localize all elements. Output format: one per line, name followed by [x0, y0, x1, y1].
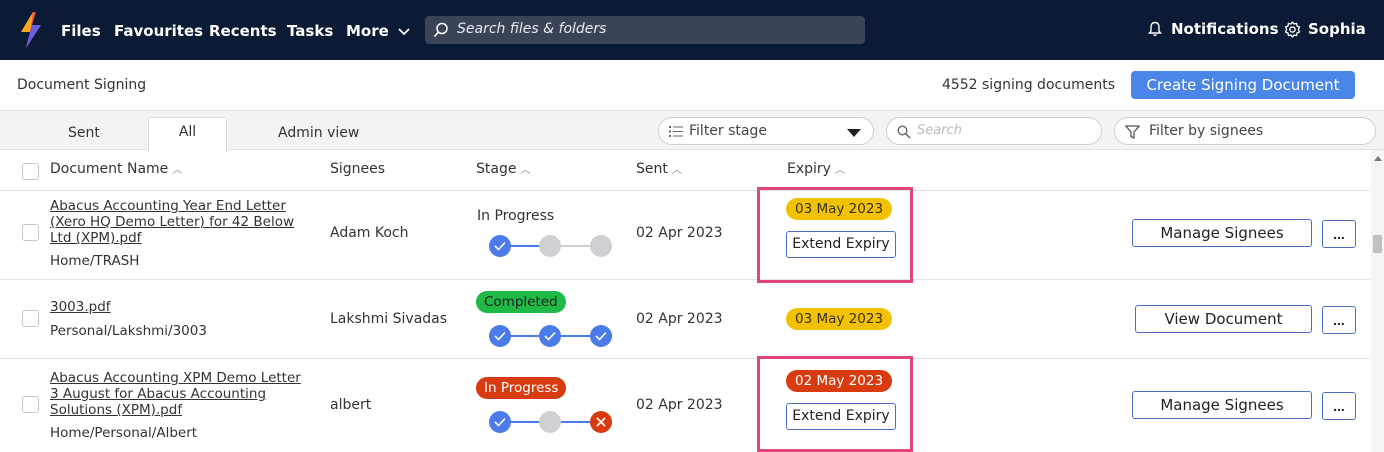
nav-recents[interactable]: Recents [209, 22, 277, 40]
nav-tasks[interactable]: Tasks [287, 22, 333, 40]
column-header-label: Sent [636, 161, 668, 177]
manage-signees-button[interactable]: Manage Signees [1132, 391, 1312, 419]
stage-badge-in-progress: In Progress [476, 377, 567, 399]
stage-progress [488, 234, 614, 258]
document-path: Home/Personal/Albert [50, 425, 198, 441]
sort-up-icon: ︿ [834, 165, 845, 176]
table-search-input[interactable]: Search [886, 117, 1102, 145]
user-name: Sophia [1308, 20, 1366, 38]
global-search-placeholder: Search files & folders [457, 21, 607, 37]
row-divider [0, 279, 1370, 280]
row-checkbox[interactable] [22, 396, 39, 413]
more-actions-button[interactable]: ... [1322, 392, 1356, 420]
column-header-signees: Signees [330, 161, 386, 177]
document-link[interactable]: Abacus Accounting XPM Demo Letter 3 Augu… [50, 370, 310, 418]
list-icon [669, 126, 683, 137]
sent-date: 02 Apr 2023 [636, 311, 723, 327]
top-navigation-bar: Files Favourites Recents Tasks More Sear… [0, 0, 1384, 60]
gear-icon [1284, 21, 1301, 38]
bell-icon [1148, 21, 1162, 37]
row-divider [0, 190, 1370, 191]
row-checkbox[interactable] [22, 224, 39, 241]
global-search-input[interactable]: Search files & folders [425, 16, 865, 44]
expiry-badge: 02 May 2023 [786, 370, 893, 392]
progress-steps [489, 411, 612, 433]
document-link[interactable]: Abacus Accounting Year End Letter (Xero … [50, 198, 310, 246]
sort-up-icon: ︿ [671, 165, 682, 176]
vertical-scrollbar[interactable] [1371, 150, 1384, 452]
table-search-placeholder: Search [917, 123, 962, 138]
filter-by-signees[interactable]: Filter by signees [1114, 117, 1376, 145]
tab-all[interactable]: All [148, 117, 227, 152]
tab-bar: Sent All Admin view Filter stage Search … [0, 110, 1384, 152]
document-count: 4552 signing documents [941, 77, 1115, 93]
sent-date: 02 Apr 2023 [636, 397, 723, 413]
stage-label: In Progress [477, 208, 555, 224]
signee-name: albert [330, 397, 372, 413]
notifications-link[interactable]: Notifications [1148, 20, 1279, 38]
manage-signees-button[interactable]: Manage Signees [1132, 219, 1312, 247]
nav-more-label: More [346, 22, 389, 40]
select-all-checkbox[interactable] [22, 163, 39, 180]
tab-admin-view[interactable]: Admin view [278, 125, 359, 141]
sort-up-icon: ︿ [520, 165, 531, 176]
row-checkbox[interactable] [22, 310, 39, 327]
document-path: Personal/Lakshmi/3003 [50, 323, 207, 339]
signee-name: Adam Koch [330, 225, 409, 241]
user-menu[interactable]: Sophia [1284, 20, 1366, 38]
stage-progress [488, 410, 614, 434]
document-path: Home/TRASH [50, 253, 140, 269]
funnel-icon [1125, 125, 1140, 139]
nav-more[interactable]: More [346, 22, 410, 40]
sent-date: 02 Apr 2023 [636, 225, 723, 241]
view-document-button[interactable]: View Document [1135, 305, 1312, 333]
column-header-label: Stage [476, 161, 517, 177]
extend-expiry-button[interactable]: Extend Expiry [786, 231, 896, 258]
tab-sent[interactable]: Sent [68, 125, 100, 141]
stage-badge-completed: Completed [476, 291, 566, 313]
progress-steps [489, 235, 612, 257]
extend-expiry-button[interactable]: Extend Expiry [786, 403, 896, 430]
column-header-expiry[interactable]: Expiry ︿ [787, 161, 845, 177]
search-icon [433, 22, 448, 38]
signee-name: Lakshmi Sivadas [330, 311, 448, 327]
nav-files[interactable]: Files [61, 22, 101, 40]
caret-down-icon [847, 129, 861, 137]
notifications-label: Notifications [1171, 20, 1279, 38]
column-header-document-name[interactable]: Document Name ︿ [50, 161, 182, 177]
column-header-label: Document Name [50, 161, 169, 177]
column-header-stage[interactable]: Stage ︿ [476, 161, 530, 177]
expiry-badge: 03 May 2023 [786, 198, 893, 220]
column-header-sent[interactable]: Sent ︿ [636, 161, 682, 177]
page-title: Document Signing [17, 77, 147, 93]
document-link[interactable]: 3003.pdf [50, 299, 310, 315]
create-signing-document-button[interactable]: Create Signing Document [1131, 71, 1355, 99]
more-actions-button[interactable]: ... [1322, 220, 1356, 248]
more-actions-button[interactable]: ... [1322, 306, 1356, 334]
sort-up-icon: ︿ [172, 165, 183, 176]
filter-signees-label: Filter by signees [1149, 123, 1264, 139]
row-divider [0, 358, 1370, 359]
column-header-label: Expiry [787, 161, 831, 177]
search-icon [897, 125, 911, 139]
progress-steps [489, 325, 612, 347]
stage-progress [488, 324, 614, 348]
nav-favourites[interactable]: Favourites [114, 22, 203, 40]
filter-stage-label: Filter stage [689, 123, 767, 139]
chevron-down-icon [398, 27, 410, 35]
filter-stage-select[interactable]: Filter stage [658, 117, 874, 145]
app-logo[interactable] [18, 12, 44, 48]
scroll-up-arrow-icon[interactable] [1374, 156, 1382, 161]
scrollbar-thumb[interactable] [1373, 235, 1382, 253]
expiry-badge: 03 May 2023 [786, 308, 893, 330]
